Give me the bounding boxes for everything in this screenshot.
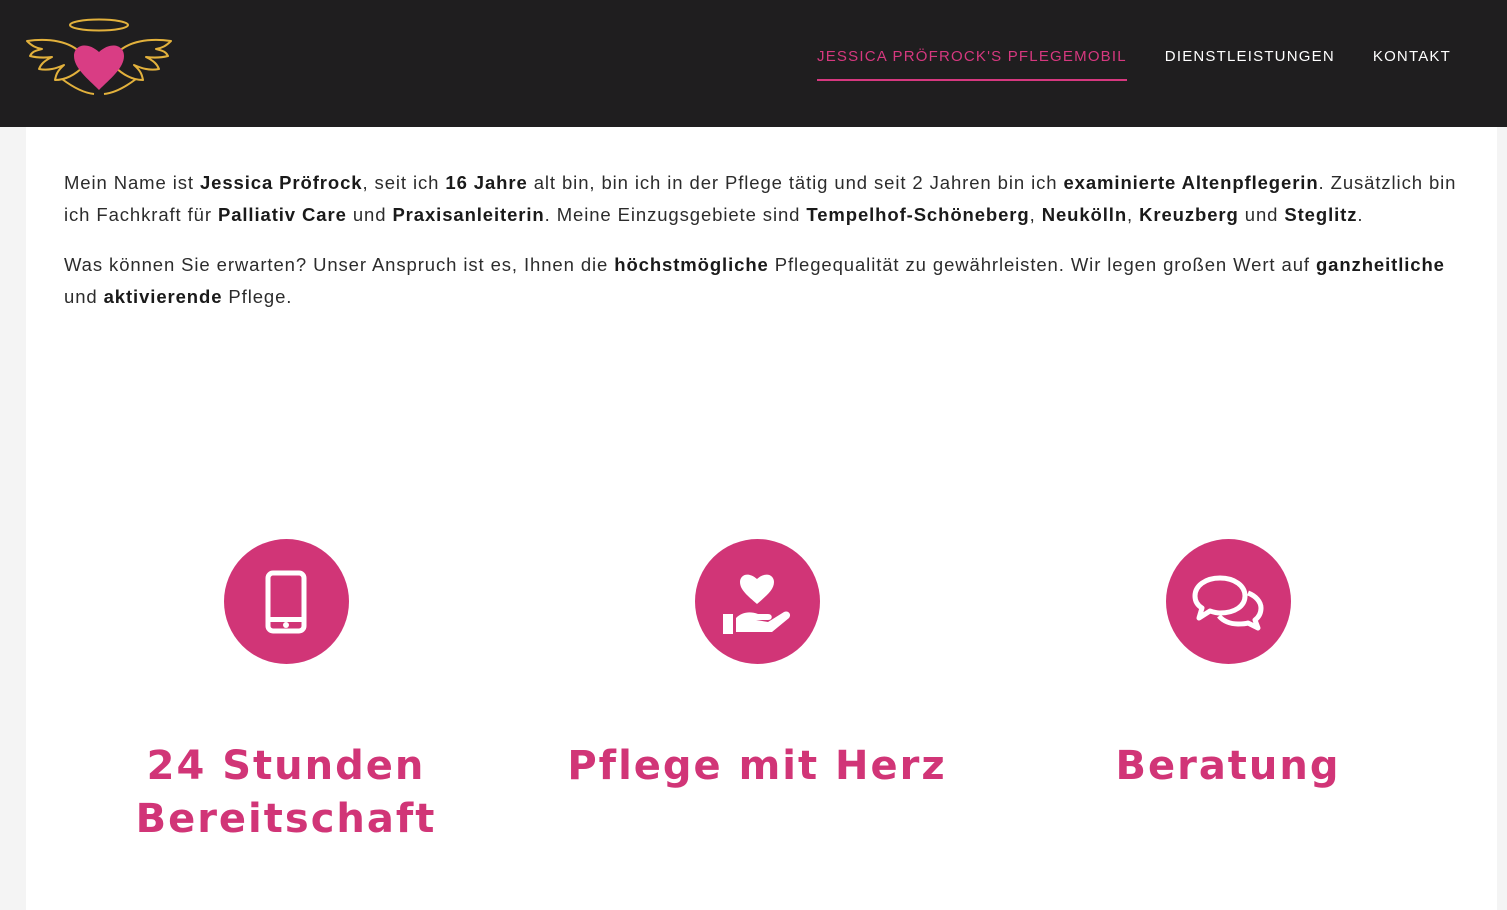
- feature-title: 24 Stunden Bereitschaft: [135, 743, 437, 842]
- body-text: und: [1238, 204, 1285, 225]
- smartphone-icon: [265, 570, 307, 633]
- intro-paragraph-2: Was können Sie erwarten? Unser Anspruch …: [64, 249, 1464, 313]
- body-text: ,: [1127, 204, 1140, 225]
- highlight-text: Neukölln: [1041, 204, 1128, 225]
- body-text: , seit ich: [362, 172, 446, 193]
- main-content: Mein Name ist Jessica Pröfrock, seit ich…: [26, 127, 1497, 910]
- highlight-text: aktivierende: [103, 286, 223, 307]
- feature-pflege-mit-herz: Pflege mit Herz: [567, 539, 947, 793]
- feature-beratung: Beratung: [1038, 539, 1418, 793]
- highlight-text: ganzheitliche: [1315, 254, 1445, 275]
- feature-bereitschaft: 24 Stunden Bereitschaft: [96, 539, 476, 846]
- body-text: alt bin, bin ich in der Pflege tätig und…: [527, 172, 1064, 193]
- feature-icon-circle: [1165, 539, 1291, 664]
- body-text: und: [64, 286, 104, 307]
- chat-bubbles-icon: [1192, 575, 1264, 630]
- main-nav: JESSICA PRÖFROCK'S PFLEGEMOBIL DIENSTLEI…: [817, 48, 1451, 81]
- highlight-text: höchstmögliche: [614, 254, 769, 275]
- nav-item-kontakt[interactable]: KONTAKT: [1373, 48, 1451, 79]
- body-text: Was können Sie erwarten? Unser Anspruch …: [64, 254, 615, 275]
- body-text: . Meine Einzugsgebiete sind: [544, 204, 807, 225]
- body-text: Pflege.: [222, 286, 293, 307]
- feature-title: Pflege mit Herz: [567, 743, 947, 789]
- nav-item-dienstleistungen[interactable]: DIENSTLEISTUNGEN: [1165, 48, 1335, 79]
- highlight-text: Praxisanleiterin: [392, 204, 545, 225]
- intro-paragraph-1: Mein Name ist Jessica Pröfrock, seit ich…: [64, 167, 1464, 231]
- body-text: und: [346, 204, 393, 225]
- hand-holding-heart-icon: [723, 574, 791, 634]
- body-text: Mein Name ist: [64, 172, 200, 193]
- heart-with-wings-and-halo-icon[interactable]: [24, 16, 174, 104]
- site-header: JESSICA PRÖFROCK'S PFLEGEMOBIL DIENSTLEI…: [0, 0, 1507, 127]
- highlight-text: Kreuzberg: [1139, 204, 1239, 225]
- highlight-text: 16 Jahre: [445, 172, 528, 193]
- body-text: .: [1357, 204, 1364, 225]
- highlight-text: Palliativ Care: [217, 204, 347, 225]
- nav-item-home[interactable]: JESSICA PRÖFROCK'S PFLEGEMOBIL: [817, 48, 1127, 81]
- highlight-text: Steglitz: [1284, 204, 1358, 225]
- body-text: Pflegequalität zu gewährleisten. Wir leg…: [768, 254, 1316, 275]
- highlight-text: Jessica Pröfrock: [199, 172, 363, 193]
- body-text: ,: [1029, 204, 1042, 225]
- intro-text: Mein Name ist Jessica Pröfrock, seit ich…: [64, 167, 1464, 331]
- feature-icon-circle: [694, 539, 820, 664]
- highlight-text: Tempelhof-Schöneberg: [806, 204, 1030, 225]
- highlight-text: examinierte Altenpflegerin: [1063, 172, 1319, 193]
- feature-title: Beratung: [1115, 743, 1341, 789]
- feature-icon-circle: [223, 539, 349, 664]
